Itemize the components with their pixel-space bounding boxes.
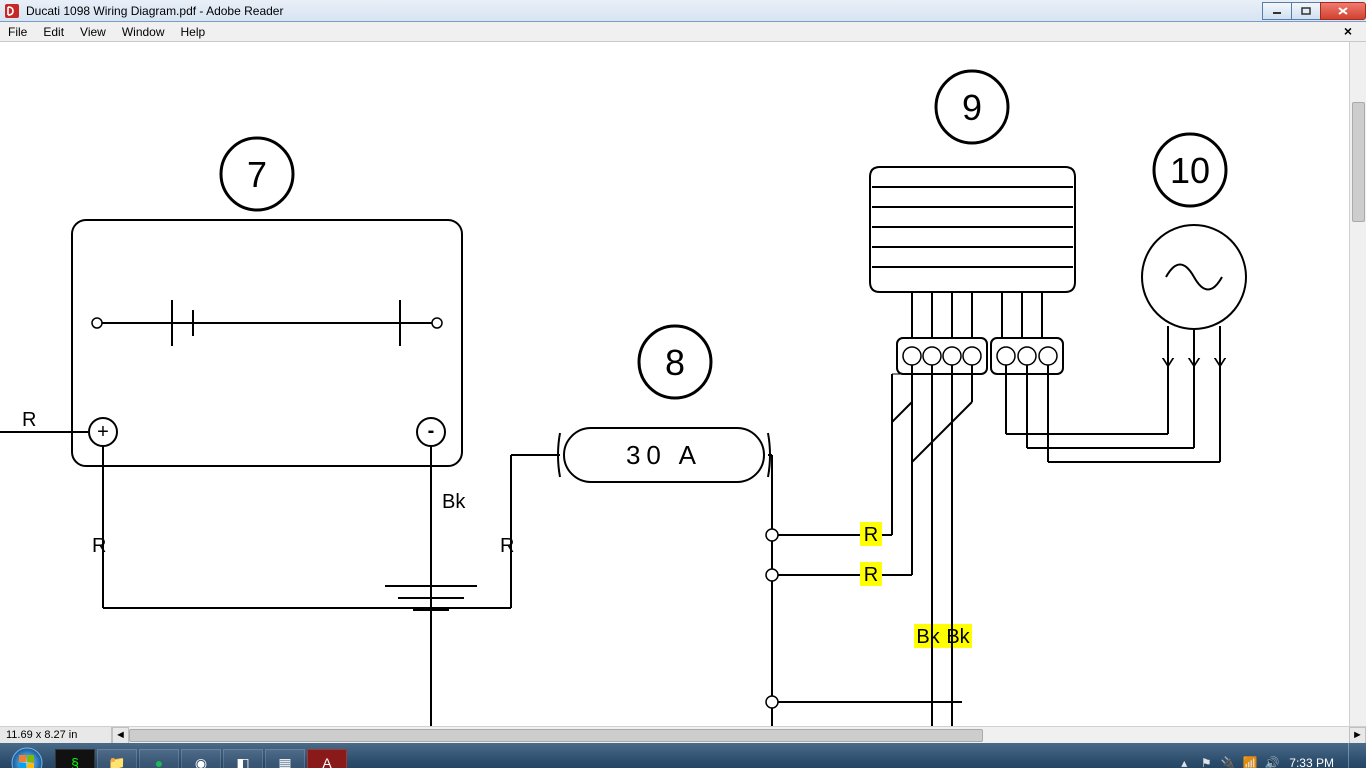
wire-bk-neg: Bk — [442, 491, 466, 513]
wire-y3: Y — [1213, 355, 1226, 377]
task-app-5[interactable]: ◧ — [223, 749, 263, 768]
horizontal-scrollbar[interactable] — [129, 727, 1349, 744]
tray-clock[interactable]: 7:33 PM — [1289, 756, 1334, 768]
status-bar: 11.69 x 8.27 in ◄ ► — [0, 726, 1366, 743]
plus-symbol: + — [97, 421, 109, 443]
wiring-diagram: + - 7 R R — [0, 42, 1349, 726]
node-10-label: 10 — [1170, 150, 1210, 191]
fuse-rating: 30 A — [626, 440, 702, 470]
taskbar: § 📁 ● ◉ ◧ ▦ A ▴ ⚑ 🔌 📶 🔊 7:33 PM — [0, 743, 1366, 768]
menu-view[interactable]: View — [72, 25, 114, 39]
menu-bar: File Edit View Window Help × — [0, 22, 1366, 42]
component-8-fuse: 8 30 A — [558, 326, 770, 482]
minimize-button[interactable] — [1262, 2, 1292, 20]
start-button[interactable] — [0, 743, 54, 768]
menu-edit[interactable]: Edit — [35, 25, 72, 39]
close-button[interactable] — [1320, 2, 1366, 20]
vertical-scrollbar[interactable] — [1349, 42, 1366, 726]
hscroll-thumb[interactable] — [129, 729, 983, 742]
close-doc-icon[interactable]: × — [1336, 23, 1360, 39]
tray-network-icon[interactable]: 📶 — [1241, 754, 1259, 768]
menu-window[interactable]: Window — [114, 25, 173, 39]
window-title: Ducati 1098 Wiring Diagram.pdf - Adobe R… — [24, 4, 1263, 18]
hscroll-right-icon[interactable]: ► — [1349, 727, 1366, 744]
menu-file[interactable]: File — [0, 25, 35, 39]
wire-y2: Y — [1187, 355, 1200, 377]
system-tray: ▴ ⚑ 🔌 📶 🔊 7:33 PM — [1173, 743, 1366, 768]
wire-r-left: R — [22, 409, 36, 431]
task-explorer[interactable]: 📁 — [97, 749, 137, 768]
hl-r1: R — [864, 524, 878, 546]
task-app-1[interactable]: § — [55, 749, 95, 768]
node-8-label: 8 — [665, 342, 685, 383]
app-icon — [4, 3, 20, 19]
maximize-button[interactable] — [1291, 2, 1321, 20]
component-7-battery: + - 7 — [72, 138, 462, 466]
node-7-label: 7 — [247, 154, 267, 195]
vscroll-thumb[interactable] — [1352, 102, 1365, 222]
task-app-6[interactable]: ▦ — [265, 749, 305, 768]
tray-volume-icon[interactable]: 🔊 — [1263, 754, 1281, 768]
component-9-regulator: 9 — [870, 71, 1075, 374]
tray-power-icon[interactable]: 🔌 — [1219, 754, 1237, 768]
show-desktop-button[interactable] — [1348, 743, 1360, 768]
hl-bk2: Bk — [946, 626, 970, 648]
wire-y1: Y — [1161, 355, 1174, 377]
document-viewport: + - 7 R R — [0, 42, 1366, 726]
component-10-alternator: 10 Y Y Y — [1142, 134, 1246, 462]
hscroll-left-icon[interactable]: ◄ — [112, 727, 129, 744]
minus-symbol: - — [428, 420, 435, 442]
wire-r-fuse: R — [500, 535, 514, 557]
tray-flag-icon[interactable]: ⚑ — [1197, 754, 1215, 768]
tray-up-icon[interactable]: ▴ — [1175, 754, 1193, 768]
menu-help[interactable]: Help — [173, 25, 214, 39]
page-size-readout: 11.69 x 8.27 in — [0, 727, 112, 743]
wire-r-posdown: R — [92, 535, 106, 557]
window-titlebar: Ducati 1098 Wiring Diagram.pdf - Adobe R… — [0, 0, 1366, 22]
hl-bk1: Bk — [916, 626, 940, 648]
task-adobe-reader[interactable]: A — [307, 749, 347, 768]
node-9-label: 9 — [962, 87, 982, 128]
task-spotify[interactable]: ● — [139, 749, 179, 768]
hl-r2: R — [864, 564, 878, 586]
task-chrome[interactable]: ◉ — [181, 749, 221, 768]
